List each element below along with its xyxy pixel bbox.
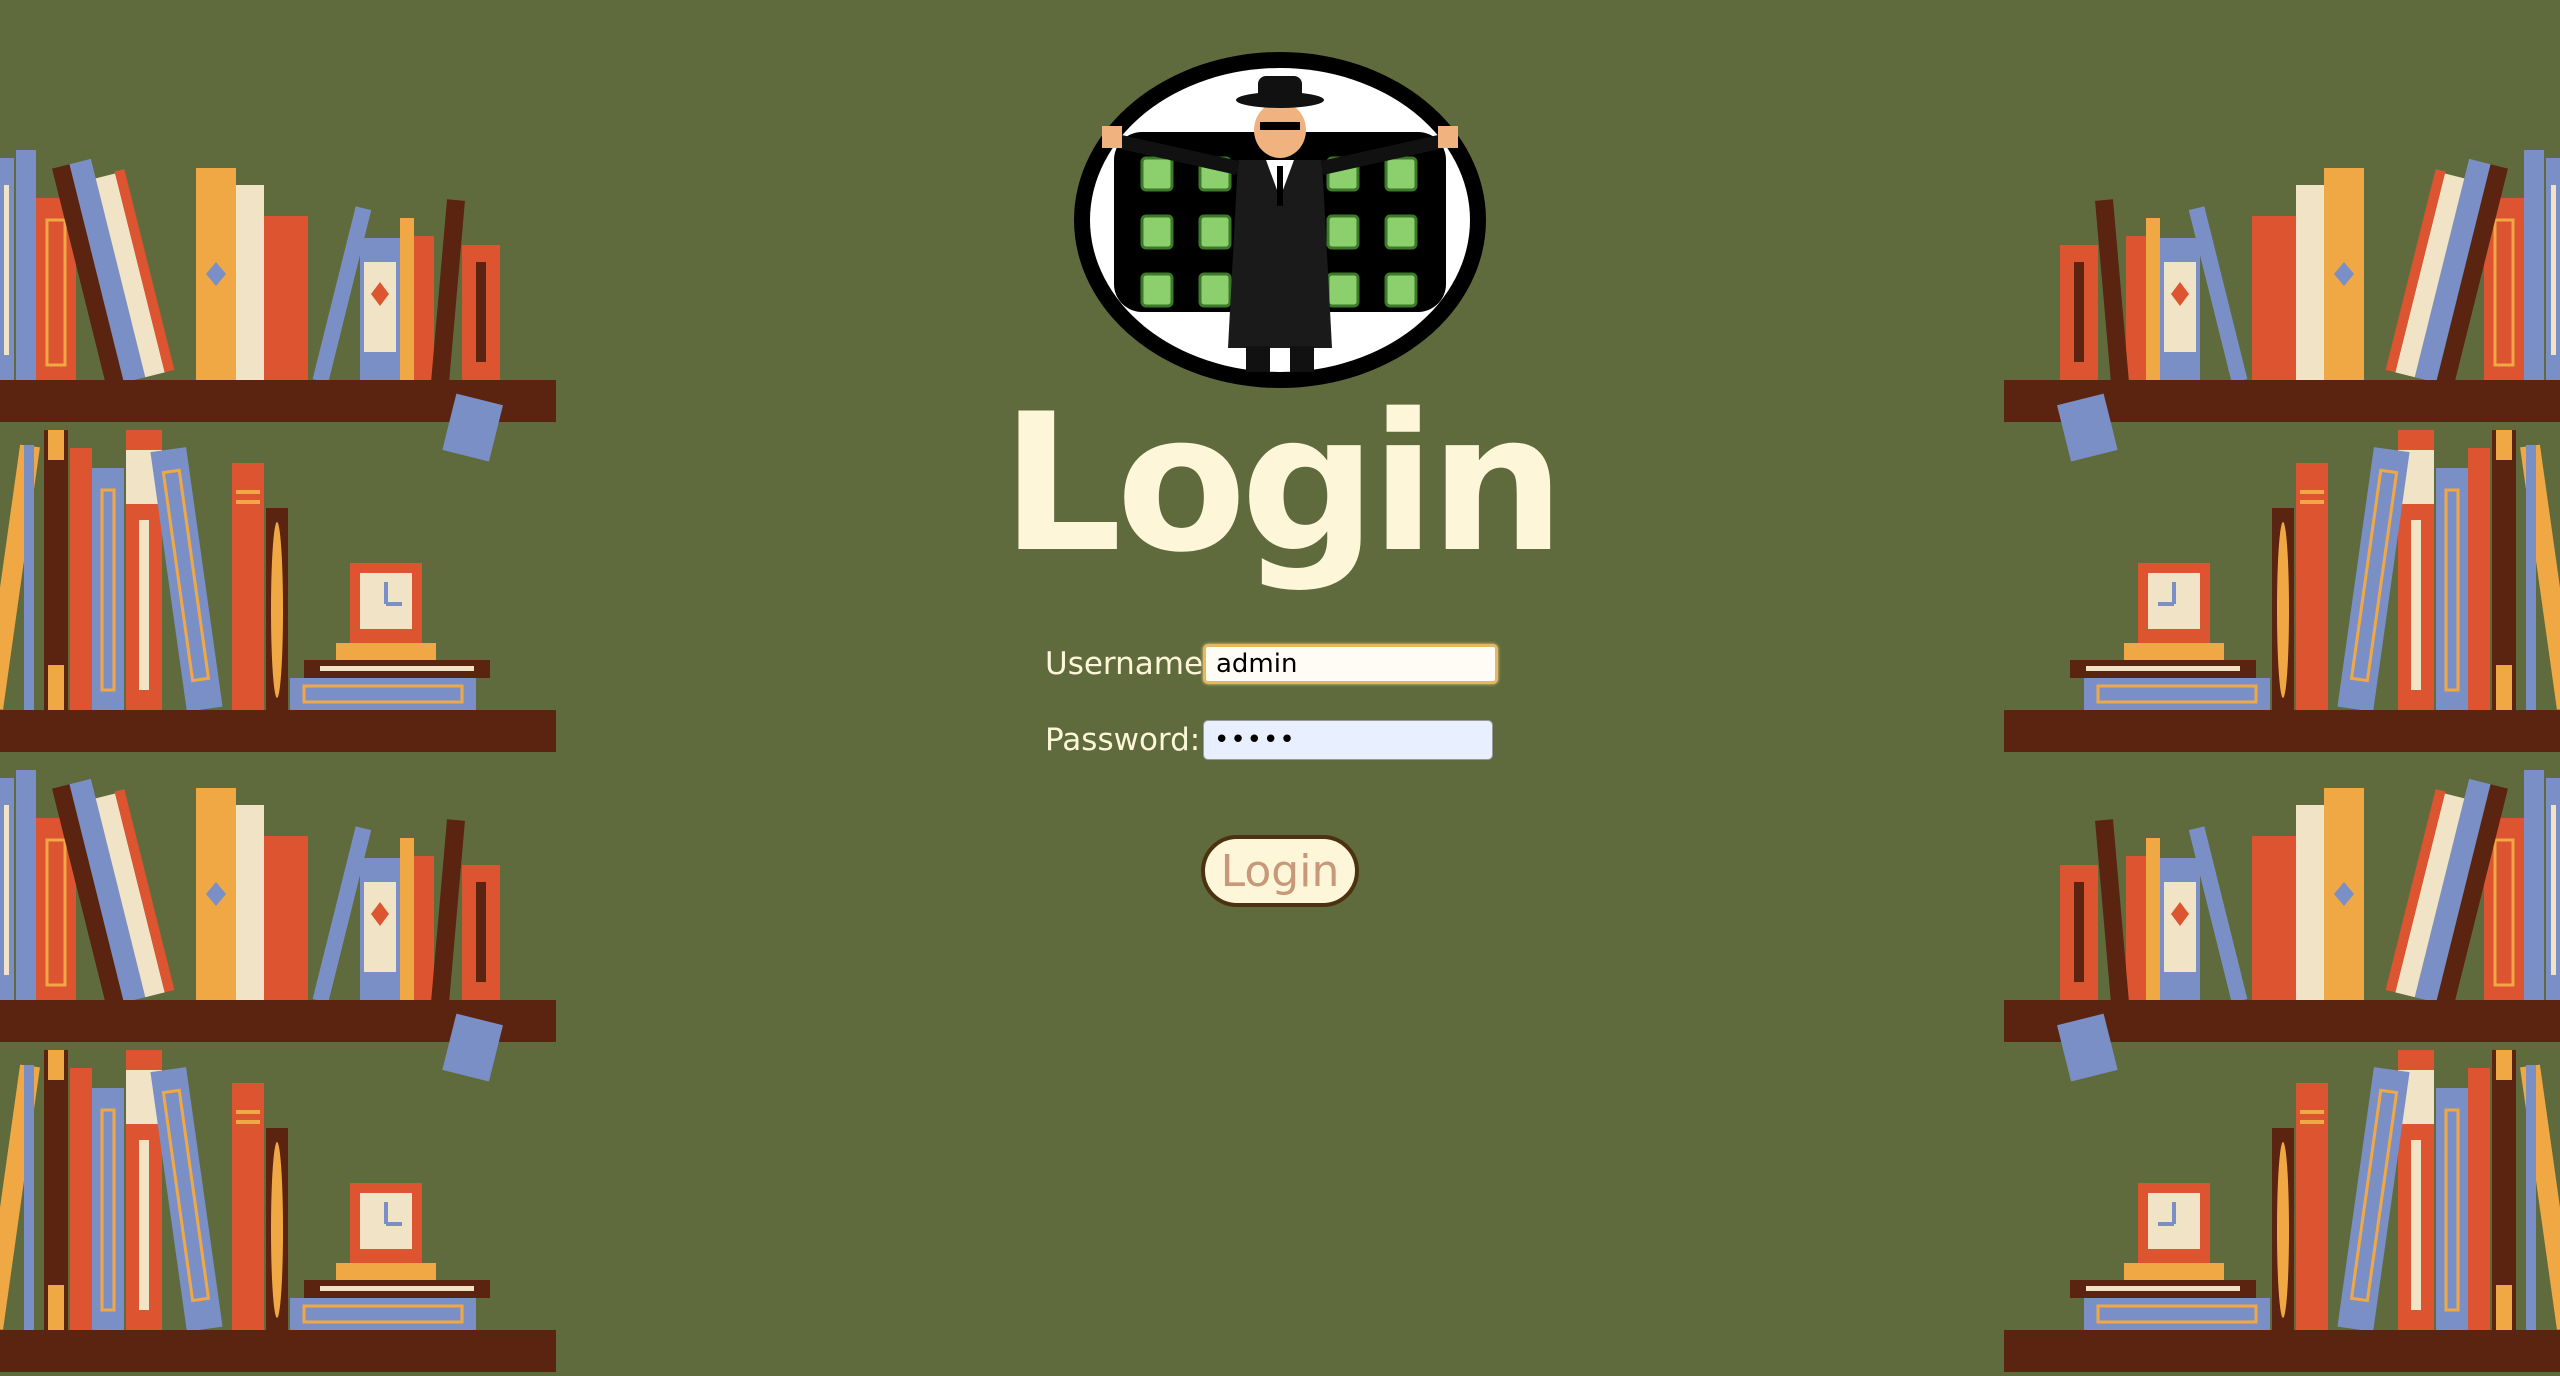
- login-form: Username: Password: Login: [1045, 639, 1515, 907]
- username-input[interactable]: [1203, 644, 1498, 684]
- password-input[interactable]: [1203, 720, 1493, 760]
- username-label: Username:: [1045, 646, 1214, 682]
- submit-wrap: Login: [1045, 835, 1515, 907]
- spy-logo-icon: [1070, 48, 1490, 393]
- password-row: Password:: [1045, 715, 1515, 765]
- login-panel: Login Username: Password: Login: [1001, 48, 1565, 907]
- username-row: Username:: [1045, 639, 1515, 689]
- password-label: Password:: [1045, 722, 1201, 758]
- bookshelf-decoration-right: [2002, 0, 2560, 1374]
- login-button[interactable]: Login: [1201, 835, 1359, 907]
- page-title: Login: [1001, 373, 1565, 594]
- bookshelf-decoration-left: [0, 0, 559, 1374]
